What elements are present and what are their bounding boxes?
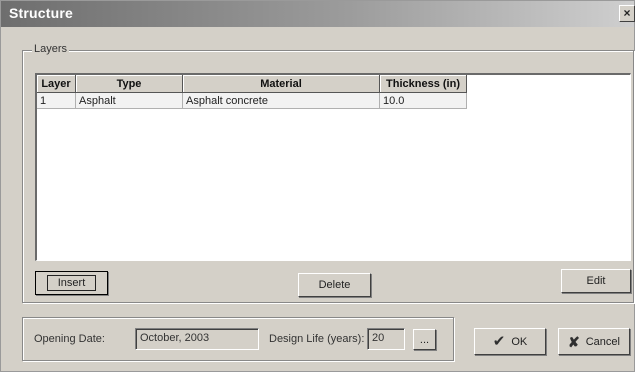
cell-material[interactable]: Asphalt concrete [182, 92, 380, 109]
design-life-browse-button[interactable]: ... [413, 329, 436, 350]
structure-dialog: Structure × Layers Layer Type Material T… [0, 0, 635, 372]
layers-table: Layer Type Material Thickness (in) 1 Asp… [37, 75, 467, 109]
cell-type[interactable]: Asphalt [75, 92, 183, 109]
close-icon: × [623, 6, 631, 20]
edit-button-label: Edit [586, 275, 606, 287]
insert-button-label: Insert [46, 275, 97, 291]
layers-group-label: Layers [32, 43, 70, 55]
design-life-label: Design Life (years): [269, 333, 365, 345]
insert-button[interactable]: Insert [35, 271, 108, 295]
table-header-row: Layer Type Material Thickness (in) [37, 75, 467, 93]
ok-button[interactable]: ✔ OK [474, 328, 546, 355]
layers-grid[interactable]: Layer Type Material Thickness (in) 1 Asp… [35, 73, 631, 261]
cancel-button-label: Cancel [585, 335, 620, 348]
cell-layer[interactable]: 1 [37, 92, 76, 109]
browse-button-label: ... [419, 333, 430, 346]
opening-date-label: Opening Date: [34, 333, 105, 345]
delete-button[interactable]: Delete [298, 273, 371, 297]
checkmark-icon: ✔ [492, 333, 506, 350]
column-header-material[interactable]: Material [182, 75, 380, 93]
cancel-button[interactable]: ✘ Cancel [558, 328, 630, 355]
ok-button-label: OK [511, 335, 528, 348]
edit-button[interactable]: Edit [561, 269, 631, 293]
title-bar[interactable]: Structure × [1, 1, 635, 27]
design-life-field[interactable]: 20 [367, 328, 405, 350]
opening-date-field[interactable]: October, 2003 [135, 328, 259, 350]
delete-button-label: Delete [318, 279, 351, 291]
x-icon: ✘ [568, 333, 580, 350]
dialog-title: Structure [9, 5, 74, 21]
cell-thickness[interactable]: 10.0 [379, 92, 467, 109]
column-header-type[interactable]: Type [75, 75, 183, 93]
column-header-layer[interactable]: Layer [37, 75, 76, 93]
close-button[interactable]: × [619, 5, 635, 22]
table-row[interactable]: 1 Asphalt Asphalt concrete 10.0 [37, 92, 467, 109]
column-header-thickness[interactable]: Thickness (in) [379, 75, 467, 93]
